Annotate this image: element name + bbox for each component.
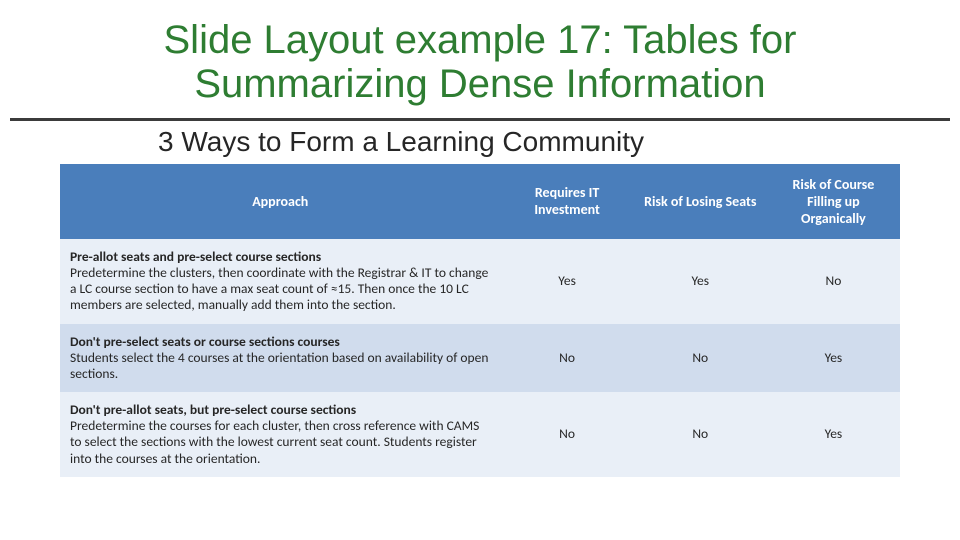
- comparison-table: Approach Requires IT Investment Risk of …: [60, 164, 900, 477]
- approach-heading: Don't pre-select seats or course section…: [70, 334, 491, 350]
- table-row: Don't pre-allot seats, but pre-select co…: [60, 392, 900, 477]
- cell-filling-up: Yes: [767, 324, 900, 393]
- cell-approach: Don't pre-select seats or course section…: [60, 324, 501, 393]
- table-row: Pre-allot seats and pre-select course se…: [60, 239, 900, 324]
- cell-filling-up: No: [767, 239, 900, 324]
- table-row: Don't pre-select seats or course section…: [60, 324, 900, 393]
- cell-it: Yes: [501, 239, 634, 324]
- col-header-filling-up: Risk of Course Filling up Organically: [767, 164, 900, 239]
- slide: Slide Layout example 17: Tables for Summ…: [0, 18, 960, 540]
- cell-filling-up: Yes: [767, 392, 900, 477]
- cell-losing-seats: No: [634, 324, 767, 393]
- approach-heading: Don't pre-allot seats, but pre-select co…: [70, 402, 491, 418]
- cell-approach: Don't pre-allot seats, but pre-select co…: [60, 392, 501, 477]
- cell-approach: Pre-allot seats and pre-select course se…: [60, 239, 501, 324]
- approach-body: Predetermine the clusters, then coordina…: [70, 265, 491, 314]
- cell-losing-seats: Yes: [634, 239, 767, 324]
- table-header-row: Approach Requires IT Investment Risk of …: [60, 164, 900, 239]
- approach-heading: Pre-allot seats and pre-select course se…: [70, 249, 491, 265]
- approach-body: Predetermine the courses for each cluste…: [70, 418, 491, 467]
- title-underline-wrap: [0, 112, 960, 121]
- title-underline: [10, 118, 950, 121]
- cell-it: No: [501, 392, 634, 477]
- col-header-it: Requires IT Investment: [501, 164, 634, 239]
- cell-losing-seats: No: [634, 392, 767, 477]
- col-header-losing-seats: Risk of Losing Seats: [634, 164, 767, 239]
- approach-body: Students select the 4 courses at the ori…: [70, 350, 491, 382]
- col-header-approach: Approach: [60, 164, 501, 239]
- table-container: Approach Requires IT Investment Risk of …: [60, 164, 900, 477]
- cell-it: No: [501, 324, 634, 393]
- slide-subtitle: 3 Ways to Form a Learning Community: [158, 127, 960, 158]
- slide-title: Slide Layout example 17: Tables for Summ…: [60, 18, 900, 106]
